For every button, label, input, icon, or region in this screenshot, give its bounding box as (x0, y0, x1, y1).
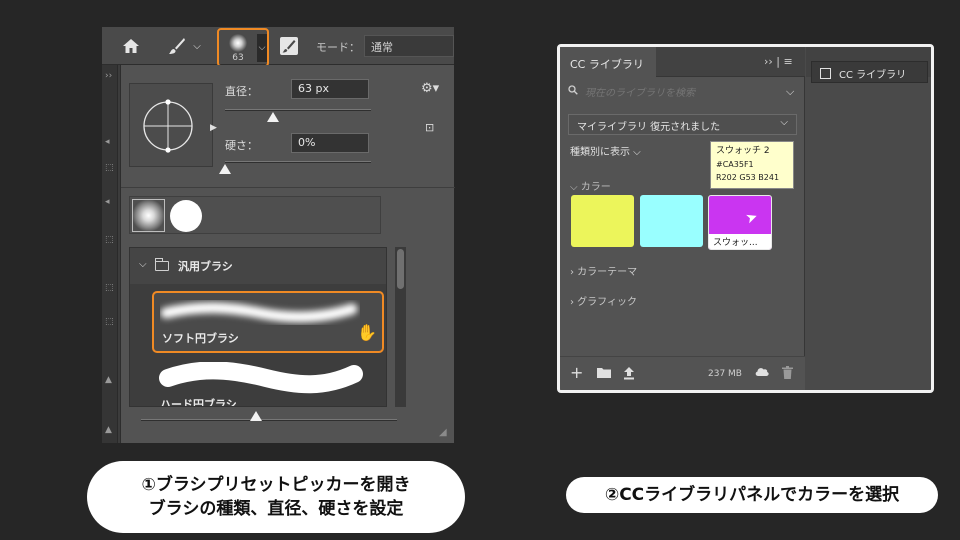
brush-tip-size: 63 (232, 53, 244, 63)
collapse-icon[interactable]: ›› (105, 71, 115, 83)
brush-preset-picker-button[interactable]: 63 ⌵ (217, 28, 269, 67)
caption-step-1: ①ブラシプリセットピッカーを開き ブラシの種類、直径、硬さを設定 (87, 461, 465, 533)
storage-usage: 237 MB (708, 369, 742, 379)
diameter-slider-thumb[interactable] (267, 112, 280, 122)
library-search: ⌵ (568, 83, 798, 103)
mode-label: モード： (316, 41, 360, 54)
brush-tip-preview (229, 34, 247, 52)
hardness-input[interactable]: 0% (291, 133, 369, 153)
caption-step-2: ②CCライブラリパネルでカラーを選択 (566, 477, 938, 513)
options-bar: ⌵ 63 ⌵ モード： 通常 (102, 27, 454, 67)
upload-icon[interactable] (622, 366, 636, 384)
chevron-down-icon: ⌵ (780, 117, 788, 128)
tools-panel-edge: ›› ◂ ⬚ ◂ ⬚ ⬚ ⬚ ▲ ▲ (102, 65, 118, 443)
tooltip-rgb: R202 G53 B241 (716, 173, 780, 182)
brush-tool-chevron-icon[interactable]: ⌵ (192, 35, 202, 57)
tab-cc-libraries[interactable]: CC ライブラリ (560, 47, 656, 77)
color-swatch[interactable] (571, 195, 634, 247)
brush-preset-soft-round[interactable]: ソフト円ブラシ ✋ (152, 291, 384, 353)
soft-brush-stroke (160, 302, 358, 323)
diameter-label: 直径： (225, 85, 258, 98)
chevron-down-icon[interactable]: ⌵ (139, 259, 147, 270)
tool-icon[interactable]: ⬚ (105, 235, 115, 247)
panel-footer: + 237 MB (560, 356, 805, 390)
cloud-icon[interactable] (754, 366, 770, 381)
colors-section-header[interactable]: ⌵ カラー (570, 178, 611, 193)
scrollbar-thumb[interactable] (397, 249, 404, 289)
tool-icon[interactable]: ◂ (105, 197, 115, 209)
tool-icon[interactable]: ▲ (105, 425, 115, 437)
recent-brush-soft[interactable] (132, 199, 165, 232)
color-swatch-selected[interactable]: ➤ スウォッ... (708, 195, 772, 250)
view-by-type-toggle[interactable]: 種類別に表示 ⌵ (570, 143, 641, 158)
home-icon[interactable] (120, 35, 142, 57)
hardness-slider-thumb[interactable] (219, 164, 231, 174)
hardness-slider[interactable] (225, 161, 371, 163)
folder-icon[interactable] (596, 366, 612, 383)
brush-angle-preview[interactable]: ▶ (129, 83, 217, 167)
search-icon (568, 85, 578, 98)
brush-list-scrollbar[interactable] (395, 247, 406, 407)
new-preset-icon[interactable]: ⊡ (425, 121, 434, 134)
swatch-label: スウォッ... (709, 234, 771, 249)
library-icon (820, 68, 831, 79)
resize-grip-icon[interactable]: ◢ (439, 427, 451, 439)
arrow-cursor-icon: ➤ (743, 208, 761, 228)
recent-brushes (129, 196, 381, 234)
brush-settings-icon[interactable] (278, 35, 300, 57)
brush-tip-dropdown-icon[interactable]: ⌵ (257, 34, 267, 62)
swatch-tooltip: スウォッチ 2 #CA35F1 R202 G53 B241 (710, 141, 794, 189)
divider (121, 187, 455, 188)
hardness-label: 硬さ： (225, 139, 258, 152)
brush-preset-hard-round[interactable]: ハード円ブラシ (152, 356, 384, 407)
brush-tool-icon[interactable] (166, 35, 188, 57)
recent-brush-hard[interactable] (170, 200, 202, 232)
caption-line: ①ブラシプリセットピッカーを開き (141, 475, 411, 495)
brush-folder[interactable]: ⌵ 汎用ブラシ (130, 248, 386, 284)
library-select[interactable]: マイライブラリ 復元されました ⌵ (568, 114, 797, 135)
mode-select[interactable]: 通常 (364, 35, 454, 57)
add-icon[interactable]: + (570, 363, 583, 382)
tool-icon[interactable]: ⬚ (105, 163, 115, 175)
tool-icon[interactable]: ◂ (105, 137, 115, 149)
photoshop-brush-panel: ⌵ 63 ⌵ モード： 通常 ›› ◂ ⬚ ◂ ⬚ ⬚ ⬚ ▲ ▲ ▶ 直径： … (102, 27, 455, 443)
brush-name: ハード円ブラシ (160, 398, 237, 407)
panel-menu-icon[interactable]: ›› | ≡ (764, 55, 793, 68)
trash-icon[interactable] (782, 366, 793, 383)
tool-icon[interactable]: ⬚ (105, 317, 115, 329)
color-swatch[interactable] (640, 195, 703, 247)
tool-icon[interactable]: ▲ (105, 375, 115, 387)
tooltip-title: スウォッチ 2 (716, 146, 770, 156)
brush-preset-picker: ▶ 直径： 63 px 硬さ： 0% ⚙▾ ⊡ ⌵ 汎用ブラシ ソフト円ブラシ … (120, 65, 455, 443)
panel-tab-bar: CC ライブラリ ›› | ≡ (560, 47, 805, 77)
color-themes-section[interactable]: › カラーテーマ (570, 263, 637, 278)
cc-libraries-window: CC ライブラリ ›› | ≡ ⌵ マイライブラリ 復元されました ⌵ 種類別に… (557, 44, 934, 393)
brush-preset-list: ⌵ 汎用ブラシ ソフト円ブラシ ✋ ハード円ブラシ (129, 247, 387, 407)
caption-line: ブラシの種類、直径、硬さを設定 (148, 499, 404, 519)
folder-icon (155, 258, 169, 271)
diameter-slider[interactable] (225, 109, 371, 111)
dock-button-label: CC ライブラリ (839, 70, 907, 81)
preview-size-slider-thumb[interactable] (250, 411, 263, 421)
diameter-input[interactable]: 63 px (291, 79, 369, 99)
tool-icon[interactable]: ⬚ (105, 283, 115, 295)
chevron-down-icon[interactable]: ⌵ (786, 85, 794, 99)
cc-libraries-panel: CC ライブラリ ›› | ≡ ⌵ マイライブラリ 復元されました ⌵ 種類別に… (560, 47, 805, 390)
cc-libraries-dock-button[interactable]: CC ライブラリ (811, 61, 928, 83)
library-name: マイライブラリ 復元されました (577, 122, 721, 133)
folder-name: 汎用ブラシ (178, 260, 233, 273)
tooltip-hex: #CA35F1 (716, 160, 754, 169)
hard-brush-stroke (159, 362, 363, 394)
preview-size-slider[interactable] (141, 419, 397, 421)
search-input[interactable] (582, 83, 772, 103)
side-panel-dock: CC ライブラリ (806, 47, 931, 390)
gear-icon[interactable]: ⚙▾ (421, 81, 439, 96)
brush-name: ソフト円ブラシ (162, 332, 239, 345)
graphics-section[interactable]: › グラフィック (570, 293, 637, 308)
hand-cursor-icon: ✋ (357, 323, 377, 342)
angle-arrow-icon[interactable]: ▶ (210, 123, 217, 133)
